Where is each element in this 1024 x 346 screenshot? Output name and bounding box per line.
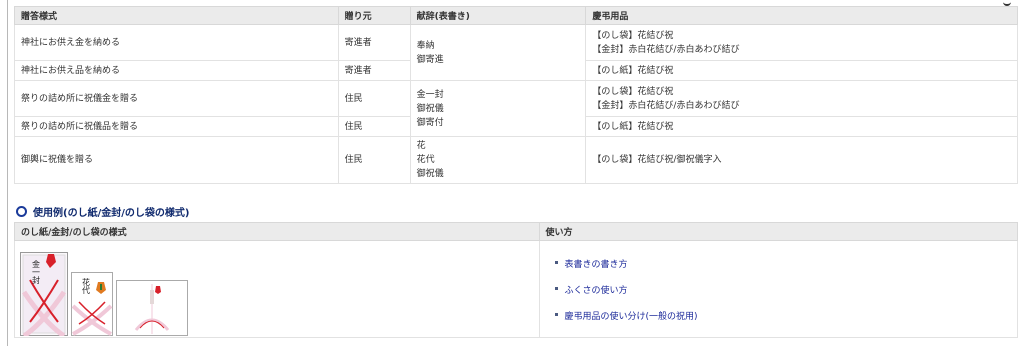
goods-cell: 【のし紙】花結び祝 [585, 116, 1018, 137]
list-item: 慶弔用品の使い分け(一般の祝用) [554, 309, 1016, 322]
header-goods: 慶弔用品 [585, 6, 1018, 25]
goods-cell: 【のし紙】花結び祝 [585, 60, 1018, 81]
goods-cell: 【のし袋】花結び祝 【金封】赤白花結び/赤白あわび結び [585, 24, 1018, 61]
gift-style-table: 贈答様式 贈り元 献辞(表書き) 慶弔用品 神社にお供え金を納める 寄進者 奉納… [14, 6, 1018, 184]
from-cell: 住民 [337, 80, 411, 117]
table-row: 神社にお供え金を納める 寄進者 奉納 御寄進 【のし袋】花結び祝 【金封】赤白花結び… [14, 24, 1018, 81]
circle-bullet-icon [16, 206, 27, 217]
section-heading: 使用例(のし紙/金封/のし袋の様式) [16, 204, 189, 219]
left-border [7, 0, 8, 346]
list-item: ふくさの使い方 [554, 283, 1016, 296]
from-cell: 寄進者 [337, 24, 411, 61]
style-cell: 祭りの詰め所に祝儀金を贈る [14, 80, 339, 117]
from-cell: 住民 [337, 116, 411, 137]
list-item: 表書きの書き方 [554, 257, 1016, 270]
table-header-row: 贈答様式 贈り元 献辞(表書き) 慶弔用品 [14, 6, 1018, 25]
images-cell: 金一封 花代 [14, 240, 540, 338]
link-how-to-use-fukusa[interactable]: ふくさの使い方 [565, 286, 628, 296]
link-how-to-write-omotegaki[interactable]: 表書きの書き方 [565, 260, 628, 270]
table-row: 御輿に祝儀を贈る 住民 花花代 御祝儀 【のし袋】花結び祝/御祝儀字入 [14, 136, 1018, 184]
table-row: 祭りの詰め所に祝儀金を贈る 住民 金一封 御祝儀 御寄付 【のし袋】花結び祝 【金封】… [14, 80, 1018, 137]
header-usage: 使い方 [538, 222, 1019, 241]
header-format: のし紙/金封/のし袋の様式 [14, 222, 540, 241]
style-cell: 神社にお供え金を納める [14, 24, 339, 61]
header-dedication: 献辞(表書き) [409, 6, 587, 25]
dedication-cell: 花花代 御祝儀 [409, 136, 587, 184]
usage-header-row: のし紙/金封/のし袋の様式 使い方 [14, 222, 1019, 241]
dedication-cell: 金一封 御祝儀 御寄付 [409, 80, 587, 137]
noshi-paper-icon[interactable] [116, 280, 188, 336]
section-heading-text: 使用例(のし紙/金封/のし袋の様式) [33, 208, 190, 219]
dedication-cell: 奉納 御寄進 [409, 24, 587, 81]
style-cell: 祭りの詰め所に祝儀品を贈る [14, 116, 339, 137]
links-cell: 表書きの書き方 ふくさの使い方 慶弔用品の使い分け(一般の祝用) [538, 240, 1019, 338]
kin-ippu-label: 金一封 [32, 259, 41, 284]
noshi-envelope-kin-ippu-icon[interactable]: 金一封 [20, 252, 68, 336]
header-style: 贈答様式 [14, 6, 339, 25]
goods-cell: 【のし袋】花結び祝 【金封】赤白花結び/赤白あわび結び [585, 80, 1018, 117]
goods-cell: 【のし袋】花結び祝/御祝儀字入 [585, 136, 1018, 184]
style-cell: 御輿に祝儀を贈る [14, 136, 339, 184]
link-gift-goods-usage[interactable]: 慶弔用品の使い分け(一般の祝用) [565, 312, 698, 322]
from-cell: 寄進者 [337, 60, 411, 81]
style-cell: 神社にお供え品を納める [14, 60, 339, 81]
noshi-envelope-hanadai-icon[interactable]: 花代 [71, 272, 113, 336]
header-from: 贈り元 [337, 6, 411, 25]
from-cell: 住民 [337, 136, 411, 184]
hanadai-label: 花代 [82, 277, 91, 295]
usage-row: 金一封 花代 表書きの書き方 ふくさの使い方 慶弔用品の使い分け(一般の祝用) [14, 240, 1019, 338]
usage-example-table: のし紙/金封/のし袋の様式 使い方 金一封 花代 表書きの書き方 ふくさの使い方… [14, 222, 1019, 338]
